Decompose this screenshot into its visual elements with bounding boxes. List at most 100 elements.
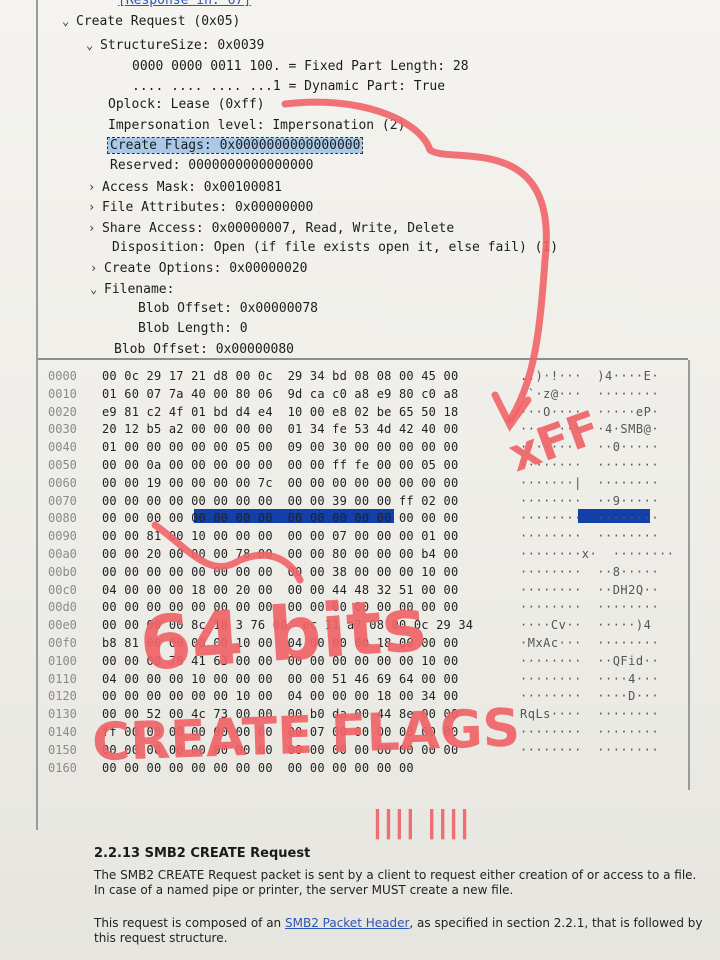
hex-ascii[interactable]: ········ ··8····· (520, 564, 659, 580)
hex-bytes[interactable]: 00 00 00 78 41 63 00 00 00 00 00 00 00 0… (102, 653, 458, 669)
chevron-down-icon[interactable]: ⌄ (62, 12, 76, 30)
hex-bytes[interactable]: 00 00 81 00 10 00 00 00 00 00 07 00 00 0… (102, 528, 458, 544)
hex-offset: 00b0 (48, 564, 77, 579)
chevron-down-icon[interactable]: ⌄ (90, 280, 104, 298)
hex-ascii[interactable]: RqLs···· ········ (520, 706, 659, 722)
chevron-right-icon[interactable]: › (90, 259, 104, 277)
hex-ascii[interactable]: ········ ········ (520, 457, 659, 473)
tree-leaf-disposition[interactable]: Disposition: Open (if file exists open i… (112, 239, 558, 257)
hex-ascii[interactable]: ········ ··DH2Q·· (520, 582, 659, 598)
hex-ascii[interactable]: ········ ··9····· (520, 493, 659, 509)
spec-document: 2.2.13 SMB2 CREATE Request The SMB2 CREA… (0, 790, 720, 960)
hex-ascii[interactable]: ········ ········ (520, 724, 659, 740)
hex-offset: 00e0 (48, 618, 77, 633)
hex-ascii[interactable]: ·`·z@··· ········ (520, 386, 659, 402)
hex-offset: 0010 (48, 386, 77, 401)
hex-bytes[interactable]: 20 12 b5 a2 00 00 00 00 01 34 fe 53 4d 4… (102, 421, 458, 437)
tree-leaf-fixed-part[interactable]: 0000 0000 0011 100. = Fixed Part Length:… (132, 58, 469, 76)
chevron-down-icon[interactable]: ⌄ (86, 36, 100, 54)
hex-bytes[interactable]: 00 00 00 00 00 00 00 00 00 00 00 00 00 0… (102, 760, 414, 776)
hex-offset: 0060 (48, 475, 77, 490)
hex-ascii[interactable]: ········ ··0····· (520, 439, 659, 455)
hex-ascii[interactable]: ········ ········ (520, 599, 659, 615)
hex-ascii[interactable]: ···O···· ·····eP· (520, 404, 659, 420)
hex-dump-pane[interactable]: 0000 00 0c 29 17 21 d8 00 0c 29 34 bd 08 … (40, 364, 688, 784)
hex-bytes[interactable]: 00 00 00 00 00 00 00 00 00 00 00 00 00 0… (102, 599, 458, 615)
tree-leaf-dynamic-part[interactable]: .... .... .... ...1 = Dynamic Part: True (132, 78, 445, 96)
pane-border-right (688, 360, 690, 790)
hex-offset: 00a0 (48, 547, 77, 561)
packet-details-pane[interactable]: [Response in: 67] ⌄ Create Request (0x05)… (0, 0, 690, 360)
hex-ascii[interactable]: ········ ····4··· (520, 671, 659, 687)
hex-bytes[interactable]: 04 00 00 00 18 00 20 00 00 00 44 48 32 5… (102, 582, 458, 598)
hex-bytes[interactable]: 00 00 20 00 00 00 78 00 00 00 80 00 00 0… (102, 546, 458, 562)
hex-bytes[interactable]: 00 00 00 00 00 00 00 00 00 00 39 00 00 f… (102, 493, 458, 509)
hex-ascii[interactable]: ········ ··QFid·· (520, 653, 659, 669)
hex-bytes[interactable]: 00 00 52 00 4c 73 00 00 00 b0 da 00 44 8… (102, 706, 458, 722)
tree-node-access-mask[interactable]: › Access Mask: 0x00100081 (88, 178, 282, 196)
hex-bytes[interactable]: 00 0c 29 17 21 d8 00 0c 29 34 bd 08 08 0… (102, 368, 458, 384)
tree-node-create-request[interactable]: ⌄ Create Request (0x05) (62, 12, 240, 30)
chevron-right-icon[interactable]: › (88, 198, 102, 216)
hex-bytes[interactable]: 00 00 00 00 00 00 00 00 00 00 00 00 00 0… (102, 510, 458, 526)
hex-ascii[interactable]: ········ ········ (520, 528, 659, 544)
hex-offset: 0150 (48, 742, 77, 757)
tree-leaf-blob-length[interactable]: Blob Length: 0 (138, 320, 248, 338)
hex-bytes[interactable]: 04 00 00 00 10 00 00 00 00 00 51 46 69 6… (102, 671, 458, 687)
hex-offset: 0050 (48, 458, 77, 472)
hex-ascii[interactable]: ········x· ········ (520, 546, 675, 562)
tree-node-create-options[interactable]: › Create Options: 0x00000020 (90, 259, 308, 277)
hex-bytes[interactable]: 00 00 00 00 8c 18 3 76 00 ec 11 a7 08 00… (102, 617, 473, 633)
response-link[interactable]: [Response in: 67] (118, 0, 251, 10)
paragraph-1: The SMB2 CREATE Request packet is sent b… (94, 868, 697, 897)
hex-bytes[interactable]: b8 81 00 00 00 00 10 00 04 00 00 00 18 0… (102, 635, 458, 651)
hex-ascii[interactable]: ········ ········ (520, 510, 659, 526)
hex-ascii[interactable]: ..)·!··· )4····E· (520, 368, 659, 384)
hex-offset: 0160 (48, 760, 77, 775)
hex-bytes[interactable]: 01 60 07 7a 40 00 80 06 9d ca c0 a8 e9 8… (102, 386, 458, 402)
paragraph-2: This request is composed of an SMB2 Pack… (94, 916, 703, 945)
hex-offset: 0100 (48, 653, 77, 668)
hex-ascii[interactable]: ····Cv·· ·····)4 (520, 617, 651, 633)
hex-offset: 00c0 (48, 582, 77, 597)
screen: [Response in: 67] ⌄ Create Request (0x05)… (0, 0, 720, 960)
hex-offset: 0080 (48, 511, 77, 526)
hex-offset: 0140 (48, 725, 77, 739)
hex-offset: 0090 (48, 529, 77, 544)
hex-offset: 0040 (48, 440, 77, 455)
tree-leaf-impersonation[interactable]: Impersonation level: Impersonation (2) (108, 117, 405, 135)
hex-bytes[interactable]: 00 00 19 00 00 00 00 7c 00 00 00 00 00 0… (102, 475, 458, 491)
hex-offset: 00d0 (48, 600, 77, 615)
hex-ascii[interactable]: ········ ········ (520, 742, 659, 758)
hex-offset: 0130 (48, 707, 77, 722)
tree-node-filename[interactable]: ⌄ Filename: (90, 280, 174, 298)
tree-node-share-access[interactable]: › Share Access: 0x00000007, Read, Write, … (88, 219, 454, 237)
hex-bytes[interactable]: 00 00 00 00 00 00 00 00 00 00 38 00 00 0… (102, 564, 458, 580)
hex-offset: 0070 (48, 493, 77, 508)
tree-leaf-create-flags[interactable]: Create Flags: 0x0000000000000000 (106, 137, 364, 155)
hex-ascii[interactable]: ·MxAc··· ········ (520, 635, 659, 651)
tree-node-file-attributes[interactable]: › File Attributes: 0x00000000 (88, 198, 313, 216)
hex-bytes[interactable]: ff 00 00 00 00 00 00 00 00 07 00 00 00 0… (102, 724, 458, 740)
tree-node-structure-size[interactable]: ⌄ StructureSize: 0x0039 (86, 36, 264, 54)
hex-bytes[interactable]: 00 00 00 00 00 00 10 00 04 00 00 00 18 0… (102, 688, 458, 704)
tree-leaf-oplock[interactable]: Oplock: Lease (0xff) (108, 96, 265, 114)
hex-bytes[interactable]: 01 00 00 00 00 00 05 00 09 00 30 00 00 0… (102, 439, 458, 455)
hex-offset: 0000 (48, 369, 77, 383)
hex-ascii[interactable]: ········ ····D··· (520, 688, 659, 704)
section-heading: 2.2.13 SMB2 CREATE Request (94, 846, 311, 861)
hex-ascii[interactable]: ·······| ········ (520, 475, 659, 491)
chevron-right-icon[interactable]: › (88, 219, 102, 237)
hex-bytes[interactable]: e9 81 c2 4f 01 bd d4 e4 10 00 e8 02 be 6… (102, 404, 458, 420)
tree-leaf-reserved[interactable]: Reserved: 0000000000000000 (110, 157, 314, 175)
hex-bytes[interactable]: 00 00 0a 00 00 00 00 00 00 00 ff fe 00 0… (102, 457, 458, 473)
tree-leaf-blob-offset-inner[interactable]: Blob Offset: 0x00000078 (138, 300, 318, 318)
hex-offset: 0120 (48, 689, 77, 704)
tree-leaf-blob-offset[interactable]: Blob Offset: 0x00000080 (114, 341, 294, 359)
pane-splitter[interactable] (38, 358, 688, 360)
hex-offset: 00f0 (48, 636, 77, 650)
hex-ascii[interactable]: ········ ·4·SMB@· (520, 421, 659, 437)
hex-bytes[interactable]: 00 00 00 00 00 00 00 00 00 00 00 00 00 0… (102, 742, 458, 758)
smb2-header-link[interactable]: SMB2 Packet Header (285, 916, 409, 930)
chevron-right-icon[interactable]: › (88, 178, 102, 196)
